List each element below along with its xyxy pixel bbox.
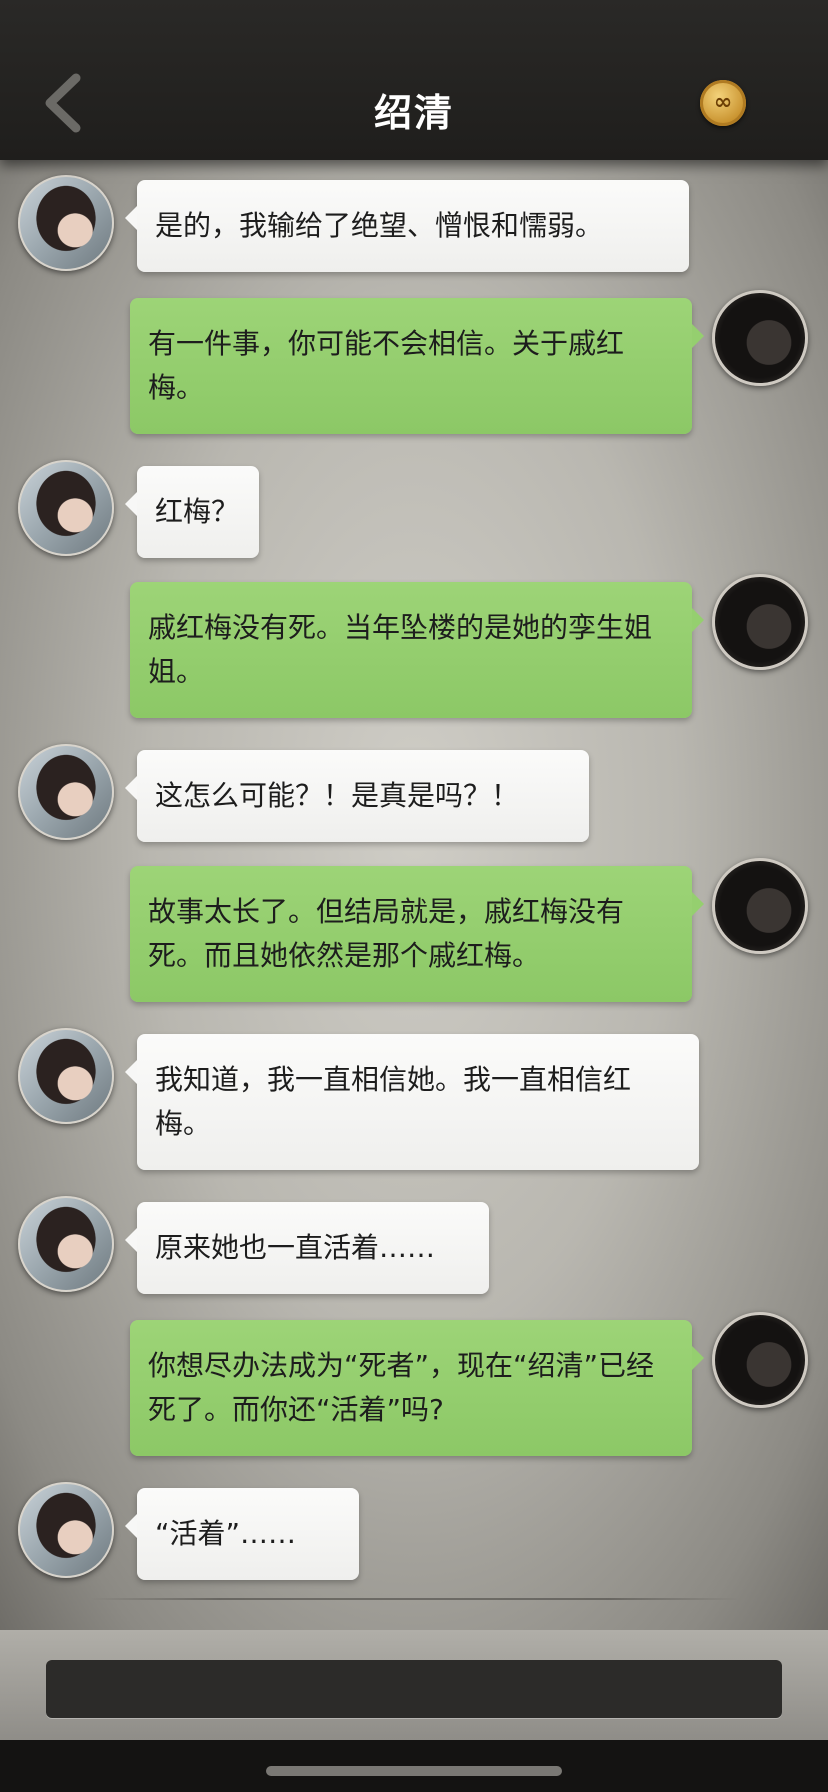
- message-bubble-incoming: 这怎么可能？！是真是吗？！: [125, 750, 589, 842]
- input-bar: [0, 1630, 828, 1740]
- top-navigation-bar: 绍清 ∞: [0, 0, 828, 160]
- bottom-bar: [0, 1740, 828, 1792]
- message-bubble-incoming: “活着”……: [125, 1488, 359, 1580]
- message-bubble-incoming: 原来她也一直活着……: [125, 1202, 489, 1294]
- message-input[interactable]: [46, 1660, 782, 1718]
- message-bubble-outgoing: 故事太长了。但结局就是，戚红梅没有死。而且她依然是那个戚红梅。: [130, 866, 704, 1002]
- contact-avatar[interactable]: [18, 1482, 114, 1578]
- user-avatar[interactable]: [712, 290, 808, 386]
- home-indicator[interactable]: [266, 1766, 562, 1776]
- user-avatar[interactable]: [712, 1312, 808, 1408]
- contact-avatar[interactable]: [18, 175, 114, 271]
- message-bubble-outgoing: 有一件事，你可能不会相信。关于戚红梅。: [130, 298, 704, 434]
- message-bubble-outgoing: 你想尽办法成为“死者”，现在“绍清”已经死了。而你还“活着”吗?: [130, 1320, 704, 1456]
- user-avatar[interactable]: [712, 858, 808, 954]
- contact-avatar[interactable]: [18, 1196, 114, 1292]
- message-bubble-incoming: 我知道，我一直相信她。我一直相信红梅。: [125, 1034, 699, 1170]
- contact-avatar[interactable]: [18, 744, 114, 840]
- coin-icon[interactable]: ∞: [700, 80, 746, 126]
- message-bubble-incoming: 红梅？: [125, 466, 259, 558]
- user-avatar[interactable]: [712, 574, 808, 670]
- contact-avatar[interactable]: [18, 460, 114, 556]
- message-bubble-outgoing: 戚红梅没有死。当年坠楼的是她的孪生姐姐。: [130, 582, 704, 718]
- message-bubble-incoming: 是的，我输给了绝望、憎恨和懦弱。: [125, 180, 689, 272]
- chat-area[interactable]: 是的，我输给了绝望、憎恨和懦弱。 有一件事，你可能不会相信。关于戚红梅。 红梅？…: [0, 160, 828, 1630]
- contact-avatar[interactable]: [18, 1028, 114, 1124]
